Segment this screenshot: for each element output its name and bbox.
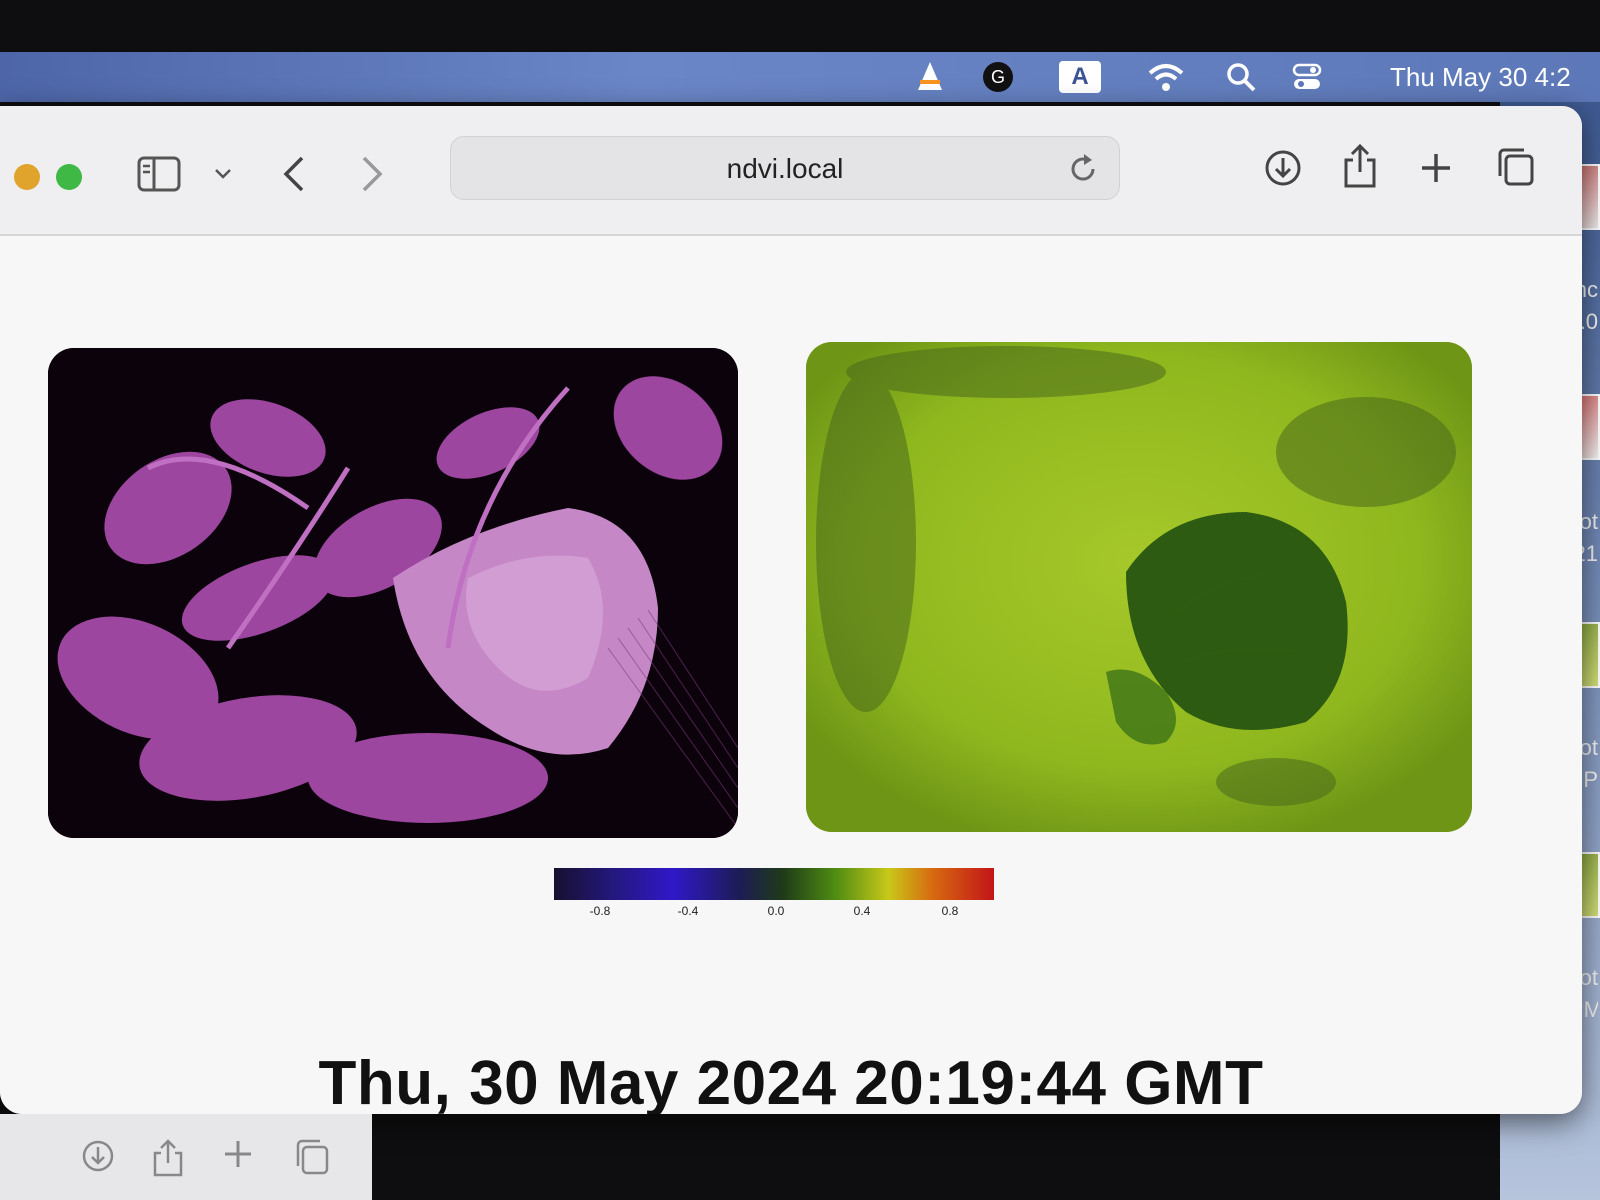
reload-icon[interactable] — [1063, 149, 1103, 189]
minimize-button[interactable] — [14, 164, 40, 190]
new-tab-icon[interactable] — [222, 1138, 262, 1178]
tabs-overview-icon[interactable] — [294, 1138, 334, 1178]
chevron-down-icon[interactable] — [210, 160, 236, 188]
keyboard-input-icon[interactable]: A — [1058, 60, 1102, 94]
capture-timestamp: Thu, 30 May 2024 20:19:44 GMT — [318, 1049, 1264, 1114]
url-text[interactable]: ndvi.local — [451, 153, 1075, 185]
new-tab-icon[interactable] — [1416, 148, 1456, 188]
menu-bar: G A Thu May 30 4:2 — [0, 52, 1600, 102]
wifi-icon[interactable] — [1146, 60, 1186, 94]
download-icon[interactable] — [1262, 146, 1304, 190]
svg-text:G: G — [991, 67, 1005, 87]
grammarly-icon[interactable]: G — [980, 60, 1016, 94]
download-icon[interactable] — [80, 1138, 120, 1178]
colorbar-tick-label: -0.8 — [589, 904, 611, 918]
browser-toolbar: ndvi.local — [0, 106, 1582, 236]
ndvi-image — [806, 342, 1472, 832]
forward-icon[interactable] — [354, 152, 390, 196]
colorbar-tick-label: 0.4 — [853, 904, 871, 918]
browser-window: ndvi.local -0.8 -0.4 0.0 0.4 0.8 Thu, 30… — [0, 106, 1582, 1114]
back-icon[interactable] — [276, 152, 312, 196]
sidebar-icon[interactable] — [134, 152, 184, 196]
menu-clock[interactable]: Thu May 30 4:2 — [1390, 60, 1571, 94]
colorbar-tick-label: 0.0 — [767, 904, 785, 918]
background-window-toolbar — [0, 1114, 372, 1200]
keyboard-badge: A — [1059, 61, 1101, 93]
colorbar-tick-label: 0.8 — [941, 904, 959, 918]
nir-camera-image — [48, 348, 738, 838]
control-center-icon[interactable] — [1290, 60, 1324, 94]
share-icon[interactable] — [1340, 140, 1380, 192]
share-icon[interactable] — [150, 1138, 190, 1178]
page-content: -0.8 -0.4 0.0 0.4 0.8 Thu, 30 May 2024 2… — [0, 236, 1582, 1114]
spotlight-search-icon[interactable] — [1224, 60, 1258, 94]
zoom-button[interactable] — [56, 164, 82, 190]
colorbar-tick-label: -0.4 — [677, 904, 699, 918]
ndvi-colorbar — [554, 868, 994, 900]
address-bar[interactable]: ndvi.local — [450, 136, 1120, 200]
tabs-overview-icon[interactable] — [1494, 144, 1538, 190]
vlc-icon[interactable] — [912, 60, 948, 94]
